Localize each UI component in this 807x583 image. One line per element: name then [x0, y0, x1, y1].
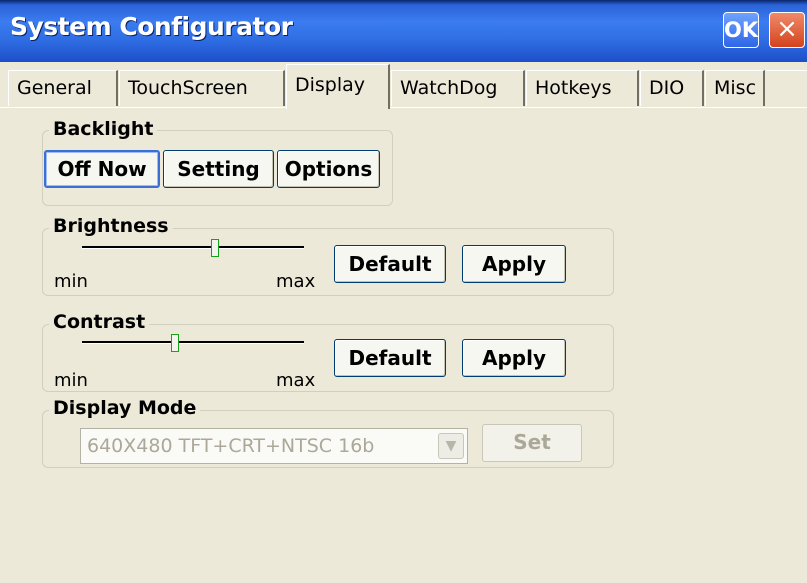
ok-button[interactable]: OK — [723, 12, 759, 48]
brightness-max-label: max — [276, 271, 316, 292]
display-mode-label: Display Mode — [49, 397, 201, 419]
brightness-label: Brightness — [49, 215, 173, 237]
brightness-min-label: min — [54, 271, 88, 292]
contrast-slider-track[interactable] — [82, 341, 304, 344]
contrast-label: Contrast — [49, 311, 150, 333]
display-mode-value: 640X480 TFT+CRT+NTSC 16b — [87, 435, 375, 457]
brightness-slider-track[interactable] — [82, 246, 304, 249]
tab-watchdog[interactable]: WatchDog — [391, 70, 525, 106]
tab-misc[interactable]: Misc — [705, 70, 765, 106]
title-bar: System Configurator OK × — [0, 0, 807, 62]
display-mode-set-button[interactable]: Set — [482, 424, 582, 462]
tab-touchscreen[interactable]: TouchScreen — [119, 70, 285, 106]
tab-hotkeys[interactable]: Hotkeys — [526, 70, 639, 106]
brightness-apply-button[interactable]: Apply — [462, 245, 566, 283]
tab-strip-tail — [766, 70, 807, 107]
tab-general[interactable]: General — [8, 70, 118, 106]
backlight-label: Backlight — [49, 118, 158, 140]
off-now-button[interactable]: Off Now — [44, 150, 160, 188]
brightness-default-button[interactable]: Default — [334, 245, 446, 283]
brightness-slider-thumb[interactable] — [211, 239, 219, 257]
contrast-default-button[interactable]: Default — [334, 339, 446, 377]
tab-display[interactable]: Display — [286, 64, 390, 109]
display-mode-select[interactable]: 640X480 TFT+CRT+NTSC 16b ▼ — [80, 428, 468, 464]
contrast-max-label: max — [276, 370, 316, 391]
contrast-slider-thumb[interactable] — [171, 334, 179, 352]
contrast-apply-button[interactable]: Apply — [462, 339, 566, 377]
contrast-min-label: min — [54, 370, 88, 391]
chevron-down-icon[interactable]: ▼ — [438, 433, 464, 459]
setting-button[interactable]: Setting — [163, 150, 274, 188]
tab-dio[interactable]: DIO — [640, 70, 704, 106]
tab-strip-divider — [0, 107, 807, 108]
close-button[interactable]: × — [769, 12, 805, 48]
window-title: System Configurator — [10, 12, 293, 41]
options-button[interactable]: Options — [277, 150, 380, 188]
